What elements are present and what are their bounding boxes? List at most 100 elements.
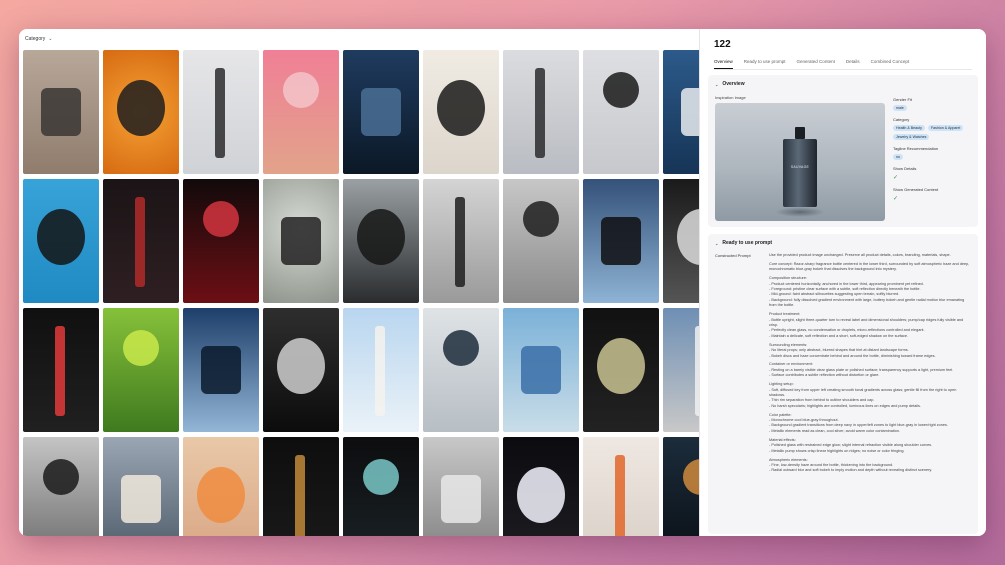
prompt-paragraph: Core concept: Razor-sharp fragrance bott… xyxy=(769,261,970,272)
product-image xyxy=(361,88,401,136)
prompt-paragraph: Material effects: - Polished glass with r… xyxy=(769,437,933,453)
category-filter-label: Category xyxy=(25,36,46,42)
product-image xyxy=(437,80,485,136)
category-chip: Health & Beauty xyxy=(893,125,925,131)
gallery-pane: Category ⌄ xyxy=(19,29,739,536)
prompt-paragraph: Surrounding elements: - No literal props;… xyxy=(769,342,936,358)
tab-details[interactable]: Details xyxy=(846,59,860,69)
prompt-paragraph: Container or environment: - Resting on a … xyxy=(769,362,954,378)
tagline-chip: no xyxy=(893,154,903,160)
category-label: Category xyxy=(893,117,910,122)
product-image xyxy=(41,88,81,136)
inspiration-image[interactable]: SAUVAGE xyxy=(715,103,885,221)
prompt-toggle[interactable]: ⌄ Ready to use prompt xyxy=(715,240,971,246)
gallery-thumbnail[interactable] xyxy=(503,179,579,303)
chevron-down-icon: ⌄ xyxy=(715,240,719,246)
prompt-paragraph: Atmospheric elements: - Fine, low-density… xyxy=(769,457,933,473)
product-image xyxy=(121,475,161,523)
tab-overview[interactable]: Overview xyxy=(714,59,733,69)
gallery-thumbnail[interactable] xyxy=(343,437,419,536)
gallery-thumbnail[interactable] xyxy=(183,308,259,432)
gallery-thumbnail[interactable] xyxy=(23,437,99,536)
product-image xyxy=(283,72,319,108)
product-image xyxy=(123,330,159,366)
detail-pane: 122 Overview Ready to use prompt Generat… xyxy=(699,29,986,536)
gallery-thumbnail[interactable] xyxy=(583,437,659,536)
constructed-prompt-text: Use the provided product image unchanged… xyxy=(769,253,971,477)
product-image xyxy=(201,346,241,394)
gallery-thumbnail[interactable] xyxy=(583,308,659,432)
category-filter-dropdown[interactable]: Category ⌄ xyxy=(25,36,53,42)
category-chip: Jewelry & Watches xyxy=(893,134,930,140)
prompt-section: ⌄ Ready to use prompt Constructed Prompt… xyxy=(708,234,978,534)
checkmark-icon: ✓ xyxy=(893,196,899,202)
gallery-thumbnail[interactable] xyxy=(423,179,499,303)
detail-tabs: Overview Ready to use prompt Generated C… xyxy=(714,59,972,70)
product-image xyxy=(375,326,385,416)
product-image xyxy=(277,338,325,394)
product-image xyxy=(601,217,641,265)
gallery-thumbnail[interactable] xyxy=(423,308,499,432)
product-image xyxy=(37,209,85,265)
product-image xyxy=(203,201,239,237)
gallery-thumbnail[interactable] xyxy=(263,179,339,303)
gallery-thumbnail[interactable] xyxy=(183,50,259,174)
image-grid xyxy=(23,50,739,536)
checkmark-icon: ✓ xyxy=(893,175,899,181)
gallery-thumbnail[interactable] xyxy=(263,308,339,432)
gallery-thumbnail[interactable] xyxy=(23,308,99,432)
product-image xyxy=(615,455,625,536)
gallery-thumbnail[interactable] xyxy=(183,179,259,303)
gallery-thumbnail[interactable] xyxy=(583,50,659,174)
show-details-label: Show Details xyxy=(893,166,917,171)
gallery-thumbnail[interactable] xyxy=(343,50,419,174)
product-image xyxy=(535,68,545,158)
gallery-thumbnail[interactable] xyxy=(503,308,579,432)
tagline-recommendation-label: Tagline Recommendation xyxy=(893,146,939,151)
product-image xyxy=(443,330,479,366)
product-image xyxy=(441,475,481,523)
gallery-thumbnail[interactable] xyxy=(103,308,179,432)
gallery-thumbnail[interactable] xyxy=(23,179,99,303)
tab-generated-content[interactable]: Generated Content xyxy=(797,59,835,69)
gallery-thumbnail[interactable] xyxy=(423,50,499,174)
gallery-thumbnail[interactable] xyxy=(103,437,179,536)
gallery-thumbnail[interactable] xyxy=(183,437,259,536)
gallery-thumbnail[interactable] xyxy=(263,437,339,536)
product-image xyxy=(521,346,561,394)
inspiration-image-label: Inspiration Image xyxy=(715,95,746,100)
product-image xyxy=(135,197,145,287)
gallery-thumbnail[interactable] xyxy=(103,179,179,303)
product-image xyxy=(517,467,565,523)
chevron-down-icon: ⌄ xyxy=(48,36,53,42)
tab-ready-to-use-prompt[interactable]: Ready to use prompt xyxy=(744,59,786,69)
product-image xyxy=(523,201,559,237)
product-image xyxy=(295,455,305,536)
prompt-paragraph: Use the provided product image unchanged… xyxy=(769,253,951,257)
tab-combined-concept[interactable]: Combined Concept xyxy=(871,59,910,69)
gallery-thumbnail[interactable] xyxy=(263,50,339,174)
overview-toggle[interactable]: ⌄ Overview xyxy=(715,81,971,87)
overview-section: ⌄ Overview Inspiration Image SAUVAGE Gen… xyxy=(708,75,978,227)
product-image xyxy=(363,459,399,495)
gallery-thumbnail[interactable] xyxy=(503,50,579,174)
bottle-reflection xyxy=(775,207,825,217)
product-image xyxy=(357,209,405,265)
gallery-thumbnail[interactable] xyxy=(343,179,419,303)
gallery-thumbnail[interactable] xyxy=(23,50,99,174)
overview-heading: Overview xyxy=(722,81,745,87)
constructed-prompt-label: Constructed Prompt xyxy=(715,253,751,258)
gallery-thumbnail[interactable] xyxy=(103,50,179,174)
app-window: Category ⌄ 122 Overview Ready to use pro… xyxy=(19,29,986,536)
show-generated-content-label: Show Generated Content xyxy=(893,187,939,192)
gallery-toolbar: Category ⌄ xyxy=(19,29,699,49)
prompt-paragraph: Lighting setup: - Soft, diffused key from… xyxy=(769,382,957,408)
gallery-thumbnail[interactable] xyxy=(423,437,499,536)
prompt-heading: Ready to use prompt xyxy=(722,240,773,246)
product-image xyxy=(281,217,321,265)
gallery-thumbnail[interactable] xyxy=(583,179,659,303)
prompt-paragraph: Product treatment: - Bottle upright, slig… xyxy=(769,312,964,338)
gallery-thumbnail[interactable] xyxy=(503,437,579,536)
gallery-thumbnail[interactable] xyxy=(343,308,419,432)
detail-title: 122 xyxy=(714,39,731,50)
